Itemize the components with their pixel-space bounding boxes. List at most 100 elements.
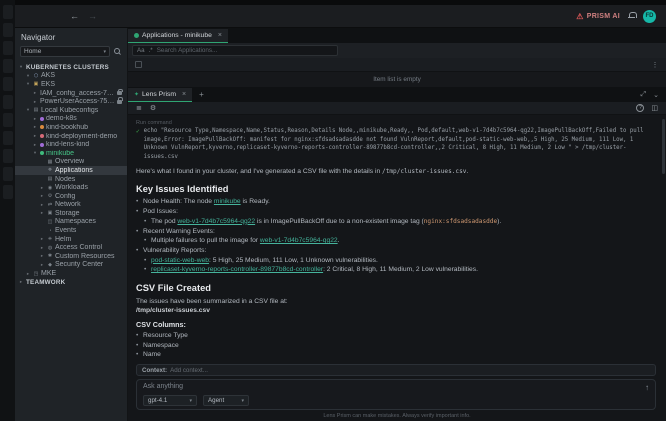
forward-icon[interactable]: →: [88, 11, 97, 21]
tab-applications-minikube[interactable]: Applications - minikube ×: [128, 29, 228, 43]
sidebar-item[interactable]: ▸ ⇄ Network: [15, 201, 127, 210]
tree-expand-icon[interactable]: ▸: [39, 245, 45, 251]
tree-expand-icon[interactable]: ▸: [32, 142, 38, 148]
back-icon[interactable]: ←: [70, 11, 79, 21]
close-icon[interactable]: ×: [218, 32, 222, 39]
sidebar-item[interactable]: ▤ Nodes: [15, 175, 127, 184]
sidebar-item[interactable]: ◫ Namespaces: [15, 218, 127, 227]
layout-icon[interactable]: ◫: [651, 104, 658, 112]
tree-expand-icon[interactable]: ▸: [25, 271, 31, 277]
scope-select[interactable]: Home ▾: [20, 46, 110, 57]
help-icon[interactable]: ?: [636, 104, 644, 112]
sidebar-item[interactable]: ▸ kind-lens-kind: [15, 140, 127, 149]
tree-expand-icon[interactable]: ▸: [39, 185, 45, 191]
tree-expand-icon[interactable]: ▸: [32, 90, 38, 96]
collapse-panel-icon[interactable]: ⌄: [653, 91, 659, 99]
tree-expand-icon[interactable]: ▾: [18, 64, 24, 70]
tree-expand-icon[interactable]: ▸: [39, 202, 45, 208]
hotbar-slot[interactable]: [3, 41, 13, 55]
empty-state: Item list is empty: [128, 72, 666, 87]
sidebar-item[interactable]: ▸ ✱ Custom Resources: [15, 252, 127, 261]
match-case-icon[interactable]: Aa: [137, 47, 145, 54]
tree-expand-icon[interactable]: ▸: [39, 253, 45, 259]
sidebar-item[interactable]: ◔ Events: [15, 226, 127, 235]
hotbar-slot[interactable]: [3, 95, 13, 109]
hotbar-slot[interactable]: [3, 167, 13, 181]
bullet-icon: •: [144, 237, 148, 246]
table-menu-icon[interactable]: ⋮: [649, 61, 661, 69]
hotbar-slot[interactable]: [3, 131, 13, 145]
sidebar-item[interactable]: ▾ minikube: [15, 149, 127, 158]
sidebar-item[interactable]: ▸ ▣ Storage: [15, 209, 127, 218]
tree-expand-icon[interactable]: ▾: [25, 73, 31, 79]
sidebar-item-label: Custom Resources: [55, 253, 115, 260]
prompt-input[interactable]: Ask anything: [143, 383, 645, 390]
sidebar-item[interactable]: ▸ kind-bookhub: [15, 123, 127, 132]
tree-expand-icon[interactable]: ▾: [25, 81, 31, 87]
prism-ai-badge[interactable]: ⚠ PRISM AI: [576, 12, 620, 21]
hotbar-slot[interactable]: [3, 185, 13, 199]
scrollbar-thumb[interactable]: [662, 119, 665, 174]
sidebar-item-label: MKE: [41, 270, 56, 277]
sidebar-item[interactable]: ▾ ▤ Local Kubeconfigs: [15, 106, 127, 115]
expand-icon[interactable]: ⤢: [641, 91, 647, 99]
sidebar-item[interactable]: ▸ kind-deployment-demo: [15, 132, 127, 141]
bullet-text: Recent Warning Events:: [143, 228, 215, 237]
sidebar-item[interactable]: ▸ TEAMWORK: [15, 278, 127, 287]
tree-expand-icon[interactable]: ▸: [32, 116, 38, 122]
tree-expand-icon[interactable]: ▸: [39, 210, 45, 216]
sidebar-item[interactable]: ▾ KUBERNETES CLUSTERS: [15, 63, 127, 72]
sidebar-item[interactable]: ▾ ⬡ AKS: [15, 72, 127, 81]
hotbar-slot[interactable]: [3, 5, 13, 19]
settings-gear-icon[interactable]: ⚙: [150, 104, 156, 112]
tree-expand-icon[interactable]: ▸: [32, 99, 38, 105]
tree-expand-icon[interactable]: ▸: [39, 262, 45, 268]
sidebar-item[interactable]: ▸ ⚙ Config: [15, 192, 127, 201]
sidebar-item-label: kind-deployment-demo: [46, 133, 117, 140]
hotbar-slot[interactable]: [3, 23, 13, 37]
sidebar-item[interactable]: ▸ PowerUserAccess-757185909751: [15, 97, 127, 106]
mode-select[interactable]: Agent ▾: [203, 395, 249, 406]
tree-expand-icon[interactable]: ▸: [18, 279, 24, 285]
sidebar-item[interactable]: ▸ IAM_config_access-757185909751: [15, 89, 127, 98]
sidebar-item[interactable]: ▸ demo-k8s: [15, 115, 127, 124]
select-all-checkbox[interactable]: [135, 61, 142, 68]
tree-expand-icon[interactable]: ▸: [39, 193, 45, 199]
sidebar-item[interactable]: ▸ ◳ MKE: [15, 269, 127, 278]
item-icon: ◳: [33, 271, 39, 277]
context-bar[interactable]: Context: Add context...: [136, 364, 656, 376]
search-icon[interactable]: [114, 48, 122, 56]
sidebar-item[interactable]: ▸ ◉ Workloads: [15, 183, 127, 192]
hotbar[interactable]: [0, 0, 15, 421]
tree-expand-icon[interactable]: ▸: [32, 124, 38, 130]
new-tab-icon[interactable]: +: [199, 90, 204, 99]
sidebar-item[interactable]: ▾ ▣ EKS: [15, 80, 127, 89]
tree-expand-icon[interactable]: ▸: [32, 133, 38, 139]
bullet-text: Node Health: The node minikube is Ready.: [143, 198, 270, 207]
tree-expand-icon[interactable]: ▸: [39, 236, 45, 242]
tree-expand-icon[interactable]: ▾: [25, 107, 31, 113]
notifications-bell-icon[interactable]: [628, 12, 635, 20]
regex-icon[interactable]: .*: [149, 47, 153, 54]
close-icon[interactable]: ×: [182, 91, 186, 98]
model-select[interactable]: gpt-4.1 ▾: [143, 395, 197, 406]
user-avatar[interactable]: FD: [643, 10, 656, 23]
prism-toolbar-right: ? ◫: [636, 104, 658, 112]
sidebar-item[interactable]: ▸ ◆ Security Center: [15, 261, 127, 270]
tree-expand-icon[interactable]: ▾: [32, 150, 38, 156]
tab-lens-prism[interactable]: ✦ Lens Prism ×: [128, 88, 192, 102]
sidebar-item[interactable]: ❖ Applications: [15, 166, 127, 175]
sidebar-item[interactable]: ▸ ⎈ Helm: [15, 235, 127, 244]
sidebar-item[interactable]: ▸ ◍ Access Control: [15, 243, 127, 252]
hotbar-slot[interactable]: [3, 77, 13, 91]
item-icon: ▤: [47, 176, 53, 182]
history-icon[interactable]: ≣: [136, 104, 142, 112]
hotbar-slot[interactable]: [3, 149, 13, 163]
hotbar-slot[interactable]: [3, 59, 13, 73]
send-icon[interactable]: ↑: [645, 383, 649, 392]
sidebar-item[interactable]: ▦ Overview: [15, 158, 127, 167]
history-nav: ← →: [70, 11, 97, 21]
applications-search-input[interactable]: Aa .* Search Applications...: [132, 45, 338, 56]
prism-chat-body[interactable]: Run command ✓ echo "Resource Type,Namesp…: [128, 115, 666, 360]
hotbar-slot[interactable]: [3, 113, 13, 127]
